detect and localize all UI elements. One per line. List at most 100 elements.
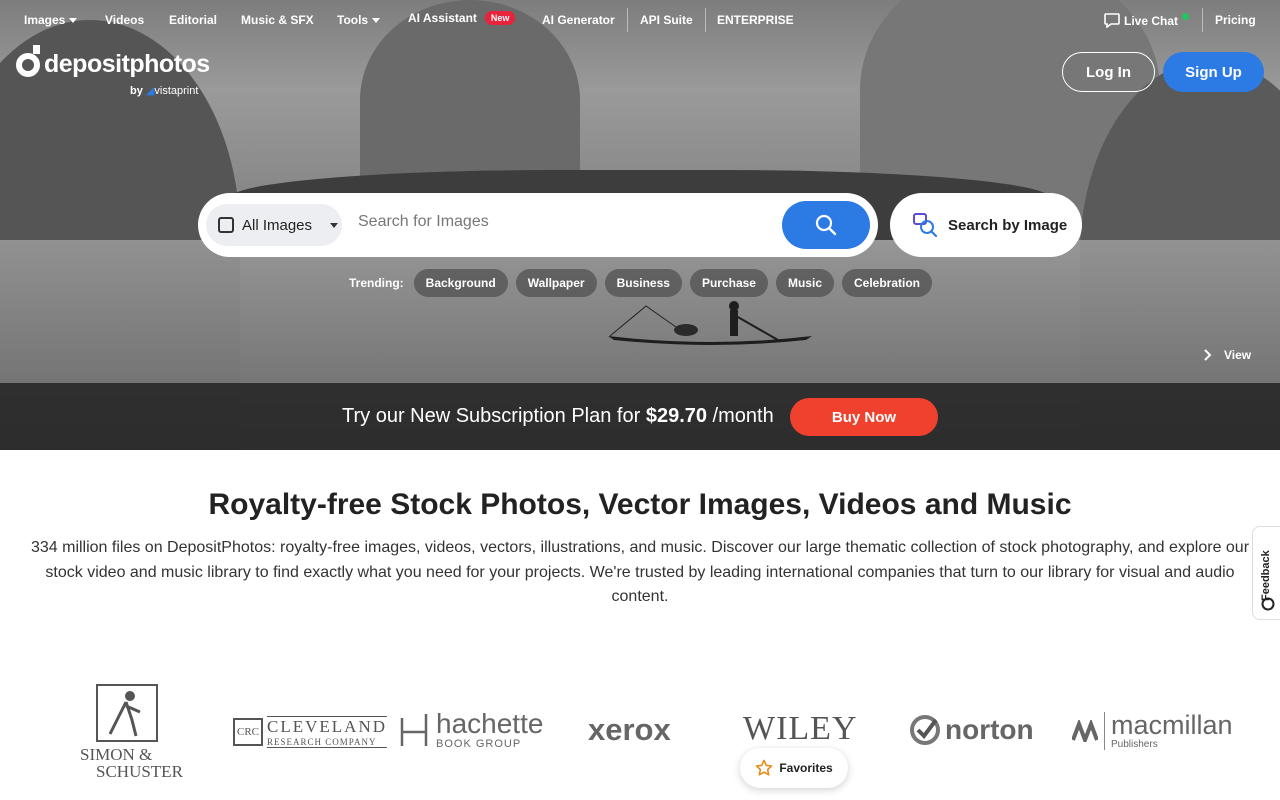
promo-price: $29.70 xyxy=(645,405,707,427)
norton-check-icon xyxy=(910,715,940,745)
trending-chip-business[interactable]: Business xyxy=(604,269,682,297)
boat-silhouette xyxy=(608,301,812,345)
nav-editorial[interactable]: Editorial xyxy=(169,13,217,27)
nav-divider xyxy=(1202,8,1203,32)
nav-ai-generator[interactable]: AI Generator xyxy=(542,13,615,27)
image-type-icon xyxy=(218,217,234,233)
search-icon xyxy=(815,214,837,236)
view-image-link[interactable]: View xyxy=(1204,348,1251,362)
nav-ai-assistant[interactable]: AI Assistant New xyxy=(408,11,516,25)
trending-chip-music[interactable]: Music xyxy=(775,269,834,297)
page-title: Royalty-free Stock Photos, Vector Images… xyxy=(208,488,1072,521)
nav-tools-label: Tools xyxy=(337,13,369,27)
page-description: 334 million files on DepositPhotos: roya… xyxy=(30,539,1250,605)
hachette-logo: hachette BOOK GROUP xyxy=(400,710,543,750)
nav-ai-generator-label: AI Generator xyxy=(542,13,615,27)
nav-enterprise-label: ENTERPRISE xyxy=(717,13,794,27)
online-status-dot xyxy=(1182,13,1190,20)
feedback-label: Feedback xyxy=(1260,550,1272,601)
nav-editorial-label: Editorial xyxy=(169,13,218,27)
hachette-h-icon xyxy=(400,714,428,746)
view-label: View xyxy=(1224,348,1252,362)
xerox-text: xerox xyxy=(588,712,671,747)
chat-bubble-icon xyxy=(1104,13,1120,28)
feedback-icon xyxy=(1261,597,1275,611)
nav-videos[interactable]: Videos xyxy=(105,13,144,27)
wiley-logo: WILEY xyxy=(743,710,858,748)
crc-box: CRC xyxy=(233,718,264,746)
nav-tools[interactable]: Tools xyxy=(337,13,381,27)
favorites-label: Favorites xyxy=(779,761,833,775)
login-button[interactable]: Log In xyxy=(1062,52,1155,92)
logo-partner-text: vistaprint xyxy=(154,85,199,97)
nav-enterprise[interactable]: ENTERPRISE xyxy=(717,13,794,27)
wiley-text: WILEY xyxy=(743,710,858,747)
chevron-right-icon xyxy=(1204,349,1212,361)
logo-wordmark: depositphotos xyxy=(44,50,210,78)
trending-chip-purchase[interactable]: Purchase xyxy=(689,269,768,297)
simon-schuster-logo: SIMON & SCHUSTER xyxy=(80,684,192,780)
nav-music-label: Music & SFX xyxy=(241,13,314,27)
nav-videos-label: Videos xyxy=(105,13,145,27)
cleveland-line2: RESEARCH COMPANY xyxy=(267,737,377,747)
macmillan-logo: macmillan Publishers xyxy=(1072,712,1233,750)
nav-images-label: Images xyxy=(24,13,66,27)
content-type-select[interactable]: All Images xyxy=(206,204,342,246)
live-chat-link[interactable]: Live Chat xyxy=(1104,13,1190,28)
nav-music-sfx[interactable]: Music & SFX xyxy=(241,13,314,27)
search-input[interactable] xyxy=(358,213,758,231)
nav-images[interactable]: Images xyxy=(24,13,78,27)
cleveland-research-logo: CRC CLEVELAND RESEARCH COMPANY xyxy=(233,716,387,748)
simon-line1: SIMON & xyxy=(80,745,153,764)
search-by-image-button[interactable]: Search by Image xyxy=(890,193,1082,257)
chevron-down-icon xyxy=(69,17,78,23)
macmillan-line1: macmillan xyxy=(1111,710,1233,740)
xerox-logo: xerox xyxy=(588,712,671,748)
pricing-label: Pricing xyxy=(1215,13,1256,27)
norton-text: norton xyxy=(945,714,1034,745)
trending-label: Trending: xyxy=(349,276,404,290)
norton-logo: norton xyxy=(909,714,1034,746)
signup-button[interactable]: Sign Up xyxy=(1163,52,1264,92)
promo-banner: Try our New Subscription Plan for $29.70… xyxy=(0,383,1280,450)
logo-byline: by ◢vistaprint xyxy=(130,84,198,97)
promo-text-before: Try our New Subscription Plan for xyxy=(342,405,646,427)
image-search-icon xyxy=(913,213,938,238)
trending-chip-background[interactable]: Background xyxy=(413,269,508,297)
simon-schuster-sower-icon xyxy=(96,684,158,742)
logo-by-text: by xyxy=(130,85,143,97)
cleveland-line1: CLEVELAND xyxy=(267,717,387,736)
nav-divider xyxy=(627,8,628,32)
hachette-line2: BOOK GROUP xyxy=(436,738,522,750)
live-chat-label: Live Chat xyxy=(1124,13,1179,28)
depositphotos-logo[interactable]: depositphotos by ◢vistaprint xyxy=(16,44,210,97)
feedback-tab[interactable]: Feedback xyxy=(1252,526,1280,620)
nav-divider xyxy=(705,8,706,32)
star-icon xyxy=(756,759,773,776)
buy-now-button[interactable]: Buy Now xyxy=(790,398,938,436)
nav-api-suite[interactable]: API Suite xyxy=(640,13,693,27)
new-badge: New xyxy=(484,11,516,25)
content-type-label: All Images xyxy=(242,216,313,234)
chevron-down-icon xyxy=(372,17,381,23)
macmillan-line2: Publishers xyxy=(1111,739,1158,750)
top-nav: Images Videos Editorial Music & SFX Tool… xyxy=(0,0,1280,40)
hachette-line1: hachette xyxy=(436,708,544,739)
nav-ai-assistant-label: AI Assistant xyxy=(408,11,477,25)
logo-mark-icon xyxy=(16,44,40,77)
chevron-down-icon xyxy=(330,222,339,228)
promo-text: Try our New Subscription Plan for $29.70… xyxy=(342,405,774,428)
macmillan-m-icon xyxy=(1072,720,1098,742)
simon-line2: SCHUSTER xyxy=(96,762,183,781)
search-button[interactable] xyxy=(782,201,870,249)
nav-pricing[interactable]: Pricing xyxy=(1215,13,1256,27)
hero-banner: Images Videos Editorial Music & SFX Tool… xyxy=(0,0,1280,450)
client-logos: SIMON & SCHUSTER CRC CLEVELAND RESEARCH … xyxy=(0,680,1280,790)
search-bar: All Images xyxy=(198,193,878,257)
trending-bar: Trending: Background Wallpaper Business … xyxy=(349,269,933,297)
favorites-button[interactable]: Favorites xyxy=(740,748,848,788)
trending-chip-celebration[interactable]: Celebration xyxy=(842,269,933,297)
trending-chip-wallpaper[interactable]: Wallpaper xyxy=(515,269,597,297)
nav-api-label: API Suite xyxy=(640,13,693,27)
promo-text-after: /month xyxy=(707,405,774,427)
